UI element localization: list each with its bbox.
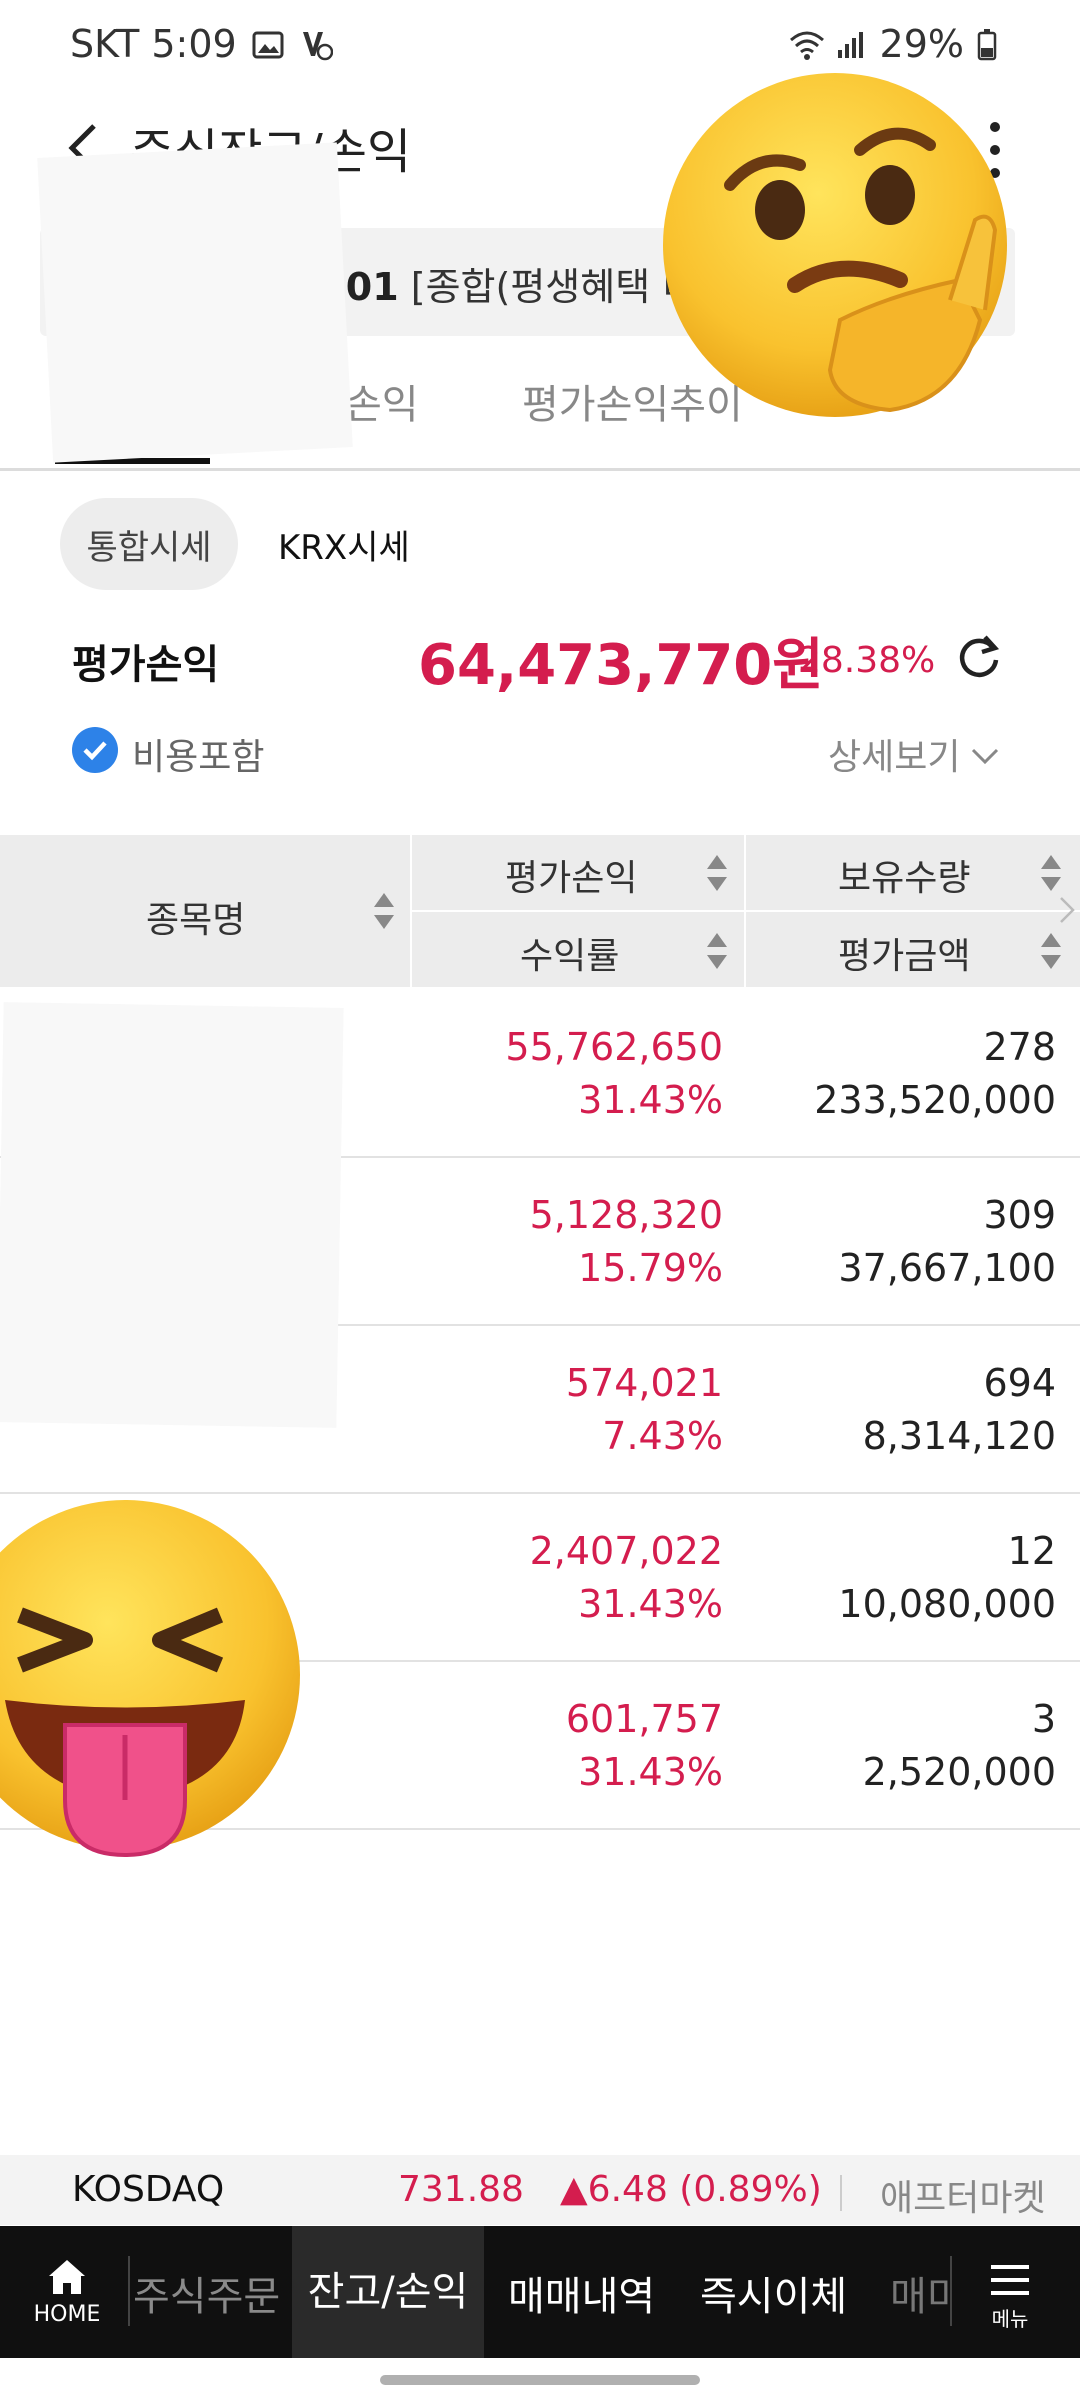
tab-realized-pl[interactable]: 손익	[345, 372, 419, 430]
ticker-name: KOSDAQ	[72, 2169, 225, 2210]
thinking-emoji-sticker	[660, 70, 1015, 430]
row-eval: 10,080,000	[838, 1582, 1056, 1626]
pl-label: 평가손익	[72, 642, 220, 688]
scroll-right-icon[interactable]	[1058, 895, 1076, 929]
ticker-change: ▲6.48 (0.89%)	[560, 2169, 822, 2210]
pl-total-rate: 28.38%	[798, 640, 936, 681]
menu-button[interactable]: 메뉴	[985, 2262, 1035, 2332]
include-fee-label: 비용포함	[132, 737, 265, 778]
nav-stock-order[interactable]: 주식주문	[133, 2264, 280, 2322]
hamburger-icon	[991, 2265, 1029, 2295]
nav-instant-transfer[interactable]: 즉시이체	[700, 2264, 847, 2322]
account-type: [종합(평생혜택 비	[410, 265, 698, 309]
market-ticker[interactable]: KOSDAQ 731.88 ▲6.48 (0.89%) 애프터마켓	[0, 2155, 1080, 2225]
chevron-down-icon	[970, 734, 1000, 775]
row-pl: 5,128,320	[529, 1193, 723, 1237]
row-qty: 694	[983, 1361, 1056, 1405]
row-eval: 233,520,000	[814, 1078, 1056, 1122]
col-header-name[interactable]: 종목명	[146, 891, 245, 943]
home-button[interactable]: HOME	[22, 2256, 112, 2336]
include-fee-checkbox[interactable]	[72, 727, 118, 773]
battery-percent: 29%	[879, 22, 964, 66]
status-right: 29%	[788, 22, 1010, 66]
row-pl: 2,407,022	[529, 1529, 723, 1573]
ticker-value: 731.88	[398, 2169, 524, 2210]
wifi-icon	[788, 27, 824, 61]
row-eval: 8,314,120	[862, 1414, 1056, 1458]
row-qty: 278	[983, 1025, 1056, 1069]
nav-balance-pl[interactable]: 잔고/손익	[292, 2226, 484, 2358]
menu-label: 메뉴	[991, 2307, 1029, 2331]
row-rate: 31.43%	[578, 1750, 723, 1794]
nav-trade-history[interactable]: 매매내역	[508, 2264, 655, 2322]
signal-icon	[834, 27, 868, 61]
row-eval: 2,520,000	[862, 1750, 1056, 1794]
krx-price-chip[interactable]: KRX시세	[278, 520, 410, 569]
status-time: SKT 5:09	[70, 22, 237, 66]
detail-view-button[interactable]: 상세보기	[828, 728, 1000, 780]
col-header-rate[interactable]: 수익률	[520, 927, 619, 979]
row-rate: 7.43%	[602, 1414, 723, 1458]
row-pl: 601,757	[565, 1697, 723, 1741]
battery-icon	[976, 27, 1010, 61]
home-indicator[interactable]	[380, 2375, 700, 2385]
row-rate: 31.43%	[578, 1582, 723, 1626]
notification-icon	[299, 27, 333, 61]
bottom-navigation: HOME 주식주문 잔고/손익 매매내역 즉시이체 매미 메뉴	[0, 2226, 1080, 2358]
row-pl: 574,021	[565, 1361, 723, 1405]
laughing-tongue-emoji-sticker	[0, 1500, 302, 1860]
nav-more-item[interactable]: 매미	[890, 2264, 950, 2322]
row-rate: 31.43%	[578, 1078, 723, 1122]
ticker-divider	[840, 2175, 842, 2211]
col-header-eval[interactable]: 평가금액	[838, 927, 970, 979]
gallery-icon	[251, 27, 285, 61]
row-rate: 15.79%	[578, 1246, 723, 1290]
after-market-link[interactable]: 애프터마켓	[880, 2169, 1046, 2221]
sort-icon[interactable]	[706, 931, 728, 971]
home-icon	[49, 2260, 85, 2294]
status-left: SKT 5:09	[70, 22, 333, 66]
row-qty: 12	[1007, 1529, 1056, 1573]
pl-total-value: 64,473,770원	[418, 633, 824, 698]
integrated-price-chip[interactable]: 통합시세	[60, 498, 238, 590]
row-pl: 55,762,650	[505, 1025, 723, 1069]
row-qty: 309	[983, 1193, 1056, 1237]
sort-icon[interactable]	[706, 853, 728, 893]
account-text: -01 [종합(평생혜택 비	[330, 256, 697, 311]
table-header: 종목명 평가손익 수익률 보유수량 평가금액	[0, 835, 1080, 987]
sort-icon[interactable]	[1040, 853, 1062, 893]
row-qty: 3	[1031, 1697, 1056, 1741]
home-label: HOME	[33, 2302, 101, 2327]
sort-icon[interactable]	[373, 891, 395, 931]
row-eval: 37,667,100	[838, 1246, 1056, 1290]
col-header-pl[interactable]: 평가손익	[505, 849, 637, 901]
redaction-patch	[0, 1002, 344, 1428]
refresh-icon[interactable]	[955, 632, 1003, 680]
detail-view-label: 상세보기	[828, 737, 961, 778]
sort-icon[interactable]	[1040, 931, 1062, 971]
redaction-patch	[37, 142, 353, 463]
col-header-qty[interactable]: 보유수량	[838, 849, 970, 901]
